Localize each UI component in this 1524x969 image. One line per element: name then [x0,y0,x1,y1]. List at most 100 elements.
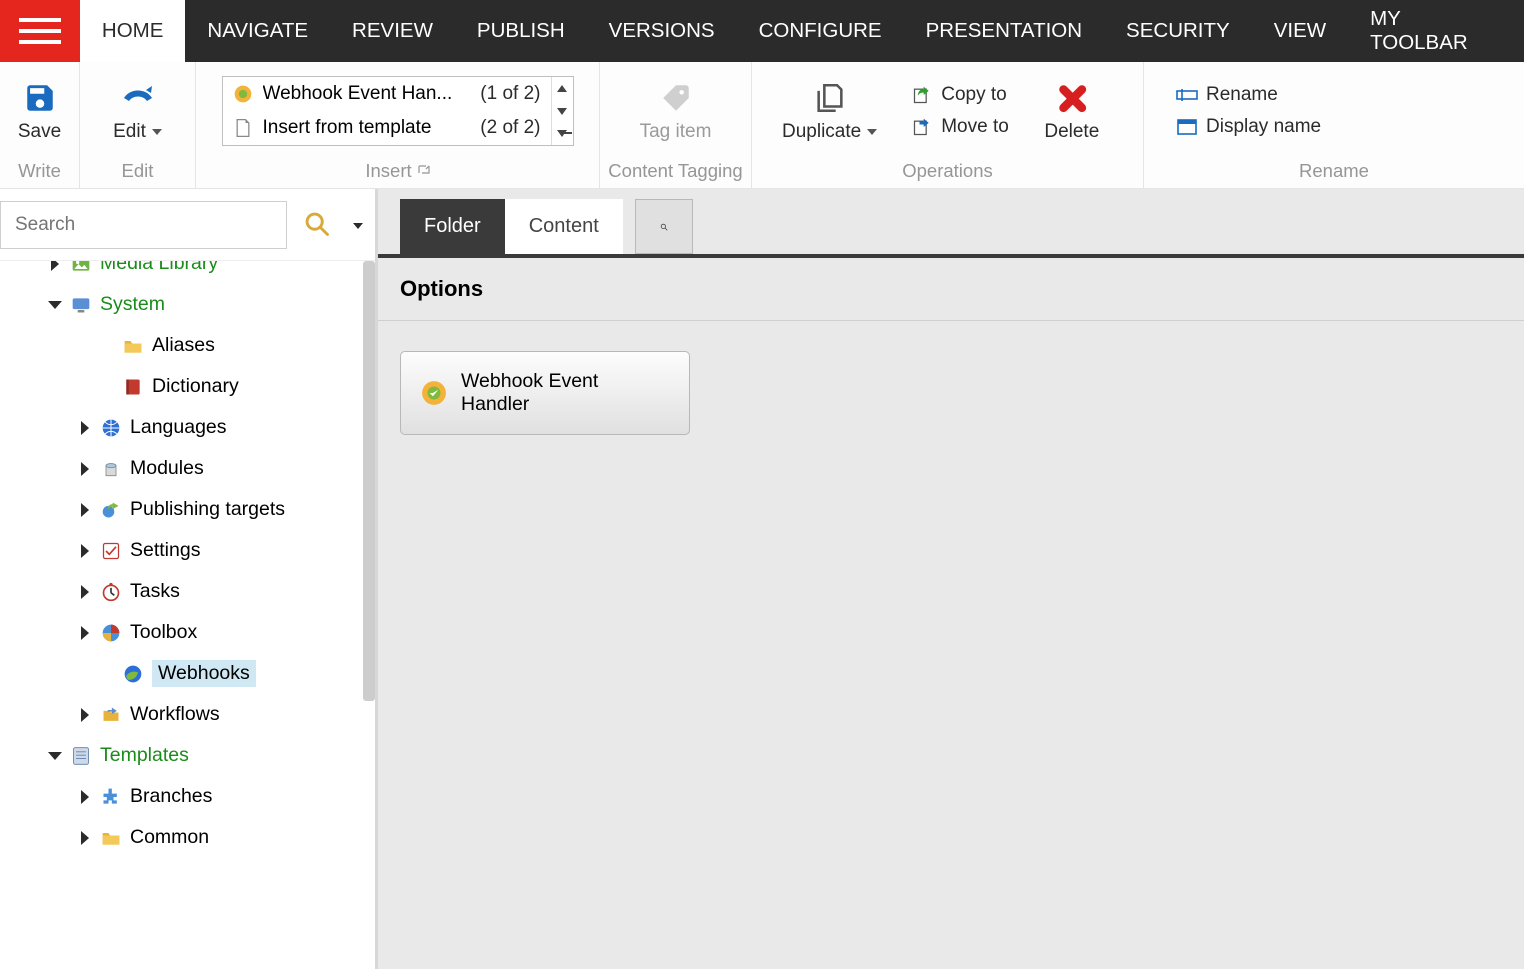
tag-item-button: Tag item [634,75,718,147]
option-webhook-event-handler[interactable]: Webhook Event Handler [400,351,690,435]
tree-node-toolbox[interactable]: Toolbox [0,612,375,653]
top-menu: HOMENAVIGATEREVIEWPUBLISHVERSIONSCONFIGU… [0,0,1524,62]
tag-item-label: Tag item [640,121,712,143]
tree-node-templates[interactable]: Templates [0,735,375,776]
tab-folder[interactable]: Folder [400,199,505,254]
tree-node-publishing-targets[interactable]: Publishing targets [0,489,375,530]
delete-button[interactable]: Delete [1037,75,1107,147]
tree-node-tasks[interactable]: Tasks [0,571,375,612]
ribbon-group-insert: Webhook Event Han...(1 of 2)Insert from … [196,62,600,188]
tree-node-common[interactable]: Common [0,817,375,858]
tree-node-media-library[interactable]: Media Library [0,261,375,284]
tree-expander[interactable] [48,752,62,760]
menu-tab-configure[interactable]: CONFIGURE [737,0,904,62]
search-button[interactable] [303,210,333,240]
tree-expander[interactable] [78,831,92,845]
tree-expander[interactable] [48,301,62,309]
insert-option-icon [233,84,253,104]
tree-node-aliases[interactable]: Aliases [0,325,375,366]
main-panel: Folder Content Options Webhook Event Han… [378,189,1524,969]
tree-node-label: Common [130,826,209,849]
insert-options-box: Webhook Event Han...(1 of 2)Insert from … [222,76,574,146]
tree-expander[interactable] [78,790,92,804]
menu-tab-navigate[interactable]: NAVIGATE [185,0,330,62]
tab-content[interactable]: Content [505,199,623,254]
sidebar: Media Library SystemAliasesDictionaryLang… [0,189,378,969]
tree-expander[interactable] [78,421,92,435]
tree-node-workflows[interactable]: Workflows [0,694,375,735]
search-icon [660,214,668,240]
copy-to-label: Copy to [941,84,1006,106]
move-to-label: Move to [941,116,1009,138]
workflows-icon [100,704,122,726]
hamburger-menu[interactable] [0,0,80,62]
tree-expander[interactable] [78,626,92,640]
menu-tab-home[interactable]: HOME [80,0,186,62]
options-area: Webhook Event Handler [378,321,1524,465]
tree-node-modules[interactable]: Modules [0,448,375,489]
content-tree: Media Library SystemAliasesDictionaryLang… [0,261,375,866]
tree-node-dictionary[interactable]: Dictionary [0,366,375,407]
menu-tab-presentation[interactable]: PRESENTATION [904,0,1104,62]
rename-stack: Rename Display name [1172,82,1325,140]
menu-tab-my-toolbar[interactable]: MY TOOLBAR [1348,0,1524,62]
tab-search[interactable] [635,199,693,254]
insert-scroll-down[interactable] [552,100,573,123]
edit-label: Edit [113,121,146,143]
copy-to-button[interactable]: Copy to [907,82,1013,108]
content-area: Media Library SystemAliasesDictionaryLang… [0,189,1524,969]
folder-icon [122,335,144,357]
settings-icon [100,540,122,562]
ribbon-group-write: Save Write [0,62,80,188]
search-dropdown[interactable] [349,216,363,234]
insert-scroll-up[interactable] [552,77,573,100]
tree-node-branches[interactable]: Branches [0,776,375,817]
tasks-icon [100,581,122,603]
tree-node-label: Settings [130,539,200,562]
tree-node-label: Workflows [130,703,220,726]
publishing-icon [100,499,122,521]
tree-expander[interactable] [78,544,92,558]
rename-button[interactable]: Rename [1172,82,1325,108]
menu-tab-view[interactable]: VIEW [1252,0,1348,62]
tree-node-webhooks[interactable]: Webhooks [0,653,375,694]
move-to-button[interactable]: Move to [907,114,1013,140]
duplicate-label: Duplicate [782,121,861,143]
tree-node-label: Tasks [130,580,180,603]
tree-node-label: Templates [100,744,189,767]
menu-tab-security[interactable]: SECURITY [1104,0,1252,62]
tree-expander[interactable] [78,503,92,517]
system-icon [70,294,92,316]
search-input[interactable] [15,214,272,236]
tree-node-settings[interactable]: Settings [0,530,375,571]
main-body: Options Webhook Event Handler [378,258,1524,969]
display-name-button[interactable]: Display name [1172,114,1325,140]
tree-node-languages[interactable]: Languages [0,407,375,448]
tree-node-label: Media Library [100,261,218,275]
save-button[interactable]: Save [5,75,75,147]
insert-option-1[interactable]: Insert from template(2 of 2) [223,111,551,145]
menu-tab-publish[interactable]: PUBLISH [455,0,587,62]
insert-option-0[interactable]: Webhook Event Han...(1 of 2) [223,77,551,111]
edit-button[interactable]: Edit [103,75,173,147]
menu-tab-versions[interactable]: VERSIONS [587,0,737,62]
tree-expander[interactable] [78,585,92,599]
delete-icon [1055,79,1089,117]
media-library-icon [70,261,92,275]
tree-scrollbar[interactable] [363,261,375,701]
move-to-icon [911,117,933,137]
search-input-wrap [0,201,287,249]
tree-expander[interactable] [78,462,92,476]
tree-expander[interactable] [78,708,92,722]
tree-node-system[interactable]: System [0,284,375,325]
insert-scroll-menu[interactable] [552,122,573,145]
display-name-label: Display name [1206,116,1321,138]
tree-expander[interactable] [48,261,62,271]
popout-icon[interactable] [418,165,430,177]
menu-tab-review[interactable]: REVIEW [330,0,455,62]
tree-node-label: Publishing targets [130,498,285,521]
duplicate-button[interactable]: Duplicate [776,75,883,147]
copy-move-stack: Copy to Move to [907,82,1013,140]
delete-label: Delete [1044,121,1099,143]
tree-node-label: Branches [130,785,212,808]
